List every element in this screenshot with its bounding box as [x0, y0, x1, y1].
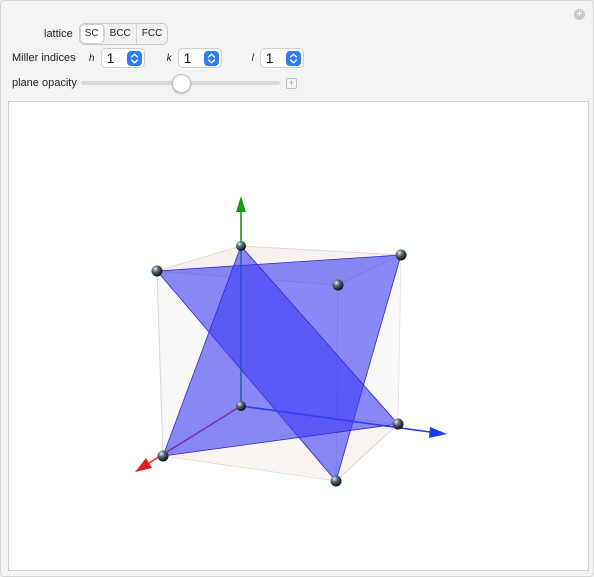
h-popup[interactable]: 1 — [100, 48, 145, 68]
x-axis-arrowhead — [135, 458, 152, 472]
miller-label: Miller indices — [12, 52, 76, 64]
lattice-atom — [332, 279, 344, 291]
lattice-atom — [392, 418, 404, 430]
plot-canvas[interactable] — [8, 101, 589, 571]
l-label: l — [251, 52, 254, 64]
lattice-atom — [157, 450, 169, 462]
demo-window: + lattice SC BCC FCC Miller indices h 1 … — [0, 0, 594, 577]
up-down-chevron-icon[interactable] — [285, 50, 301, 66]
l-value: 1 — [265, 50, 274, 66]
opacity-row: plane opacity + — [12, 74, 297, 93]
lattice-option-fcc[interactable]: FCC — [136, 24, 168, 44]
lattice-row: lattice SC BCC FCC — [44, 23, 169, 45]
opacity-slider[interactable] — [80, 74, 280, 93]
lattice-option-bcc[interactable]: BCC — [104, 24, 137, 44]
up-down-chevron-icon[interactable] — [126, 50, 142, 66]
up-down-chevron-icon[interactable] — [203, 50, 219, 66]
lattice-atom — [330, 475, 342, 487]
lattice-option-sc[interactable]: SC — [79, 24, 105, 44]
lattice-3d-plot[interactable] — [9, 102, 588, 570]
y-axis-arrowhead — [429, 427, 447, 438]
lattice-atom — [236, 401, 246, 411]
k-value: 1 — [183, 50, 192, 66]
lattice-atom — [236, 241, 246, 251]
l-popup[interactable]: 1 — [259, 48, 304, 68]
z-axis-arrowhead — [236, 196, 246, 212]
opacity-label: plane opacity — [12, 77, 77, 89]
k-popup[interactable]: 1 — [177, 48, 222, 68]
opacity-slider-knob[interactable] — [171, 74, 191, 93]
h-value: 1 — [106, 50, 115, 66]
miller-row: Miller indices h 1 k 1 l 1 — [12, 48, 304, 68]
h-label: h — [89, 52, 95, 64]
plus-icon[interactable]: + — [285, 77, 297, 89]
options-plus-icon[interactable]: + — [574, 9, 585, 20]
lattice-atom — [395, 249, 407, 261]
lattice-selector[interactable]: SC BCC FCC — [78, 23, 169, 45]
lattice-label: lattice — [44, 28, 73, 40]
lattice-atom — [151, 265, 163, 277]
k-label: k — [166, 52, 172, 64]
